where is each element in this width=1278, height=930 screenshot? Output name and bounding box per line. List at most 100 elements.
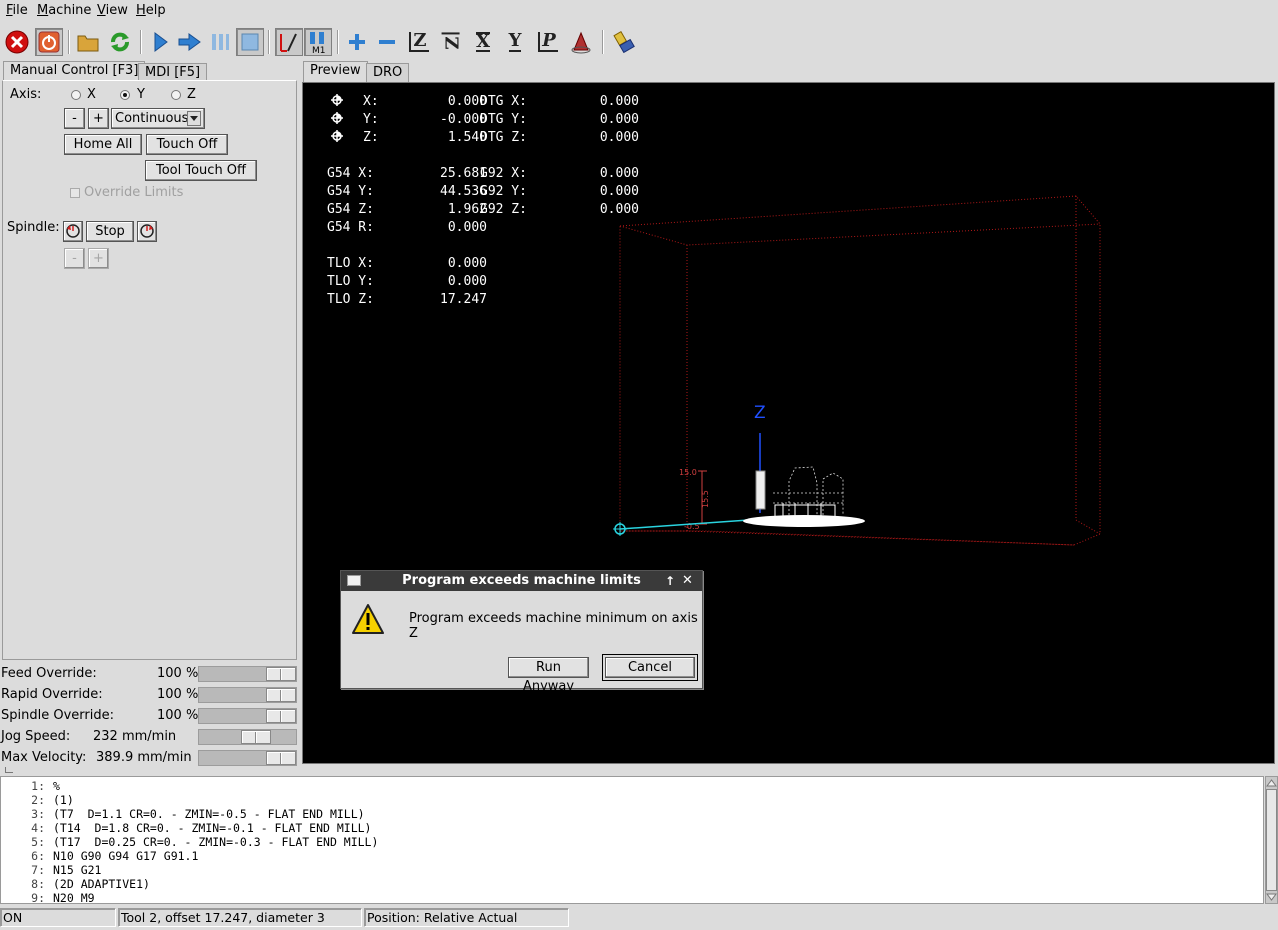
gcode-scrollbar[interactable] xyxy=(1265,776,1278,904)
menu-view[interactable]: View xyxy=(97,3,128,18)
jog-mode-value: Continuous xyxy=(115,111,189,126)
tool-touch-off-button[interactable]: Tool Touch Off xyxy=(145,160,257,181)
spindle-plus-button[interactable]: + xyxy=(88,248,109,269)
view-y-icon[interactable]: Y xyxy=(501,28,529,56)
spindle-override-thumb[interactable] xyxy=(266,709,296,723)
run-anyway-button[interactable]: Run Anyway xyxy=(508,657,589,694)
pause-icon[interactable] xyxy=(206,28,234,56)
menu-help[interactable]: Help xyxy=(136,3,166,18)
gcode-line[interactable]: 6: N10 G90 G94 G17 G91.1 xyxy=(1,849,1263,863)
spindle-label: Spindle: xyxy=(7,220,60,235)
close-icon[interactable]: ✕ xyxy=(682,571,693,591)
spindle-stop-button[interactable]: Stop xyxy=(86,221,134,242)
maximize-icon[interactable]: ↑ xyxy=(665,571,675,591)
zoom-out-icon[interactable] xyxy=(373,28,401,56)
status-tool-info: Tool 2, offset 17.247, diameter 3 xyxy=(118,908,362,927)
line-number: 9: xyxy=(31,891,45,904)
axis-y-radio[interactable] xyxy=(120,90,130,100)
view-z-rotated-icon[interactable]: Z xyxy=(437,28,465,56)
gcode-text: N10 G90 G94 G17 G91.1 xyxy=(53,849,199,863)
jog-speed-label: Jog Speed: xyxy=(1,729,71,744)
axis-x-label: X xyxy=(87,87,96,102)
run-icon[interactable] xyxy=(146,28,174,56)
gcode-listing[interactable]: 1:% 2: (1) 3: (T7 D=1.1 CR=0. - ZMIN=-0.5 - … xyxy=(0,776,1264,904)
scroll-down-icon[interactable] xyxy=(1266,892,1277,902)
view-p-icon[interactable]: P xyxy=(534,28,562,56)
tab-manual-control[interactable]: Manual Control [F3] xyxy=(3,61,146,82)
machine-power-icon[interactable] xyxy=(35,28,63,56)
manual-control-panel: Axis: X Y Z - + Continuous Home All Touc… xyxy=(2,80,297,660)
axis-z-radio[interactable] xyxy=(171,90,181,100)
rapid-override-row: Rapid Override: 100 % xyxy=(1,686,297,704)
feed-override-slider[interactable] xyxy=(198,666,297,682)
line-number: 5: xyxy=(31,835,45,849)
override-limits-checkbox[interactable] xyxy=(70,188,80,198)
open-file-icon[interactable] xyxy=(74,28,102,56)
svg-text:M1: M1 xyxy=(312,46,326,54)
rotate-view-icon[interactable] xyxy=(567,28,595,56)
stop-icon[interactable] xyxy=(236,28,264,56)
gcode-text: N20 M9 xyxy=(53,891,95,904)
zoom-in-icon[interactable] xyxy=(343,28,371,56)
cancel-button[interactable]: Cancel xyxy=(605,657,695,678)
tab-preview[interactable]: Preview xyxy=(303,61,368,82)
line-number: 4: xyxy=(31,821,45,835)
feed-override-value: 100 % xyxy=(157,666,199,681)
max-velocity-value: 389.9 mm/min xyxy=(96,750,192,765)
spindle-cw-button[interactable] xyxy=(137,221,157,242)
clear-plot-icon[interactable] xyxy=(610,28,638,56)
pane-resize-handle[interactable] xyxy=(5,767,13,773)
chevron-down-icon xyxy=(187,111,201,126)
spindle-override-slider[interactable] xyxy=(198,708,297,724)
gcode-line[interactable]: 4: (T14 D=1.8 CR=0. - ZMIN=-0.1 - FLAT EN… xyxy=(1,821,1263,835)
menu-file[interactable]: File xyxy=(6,3,28,18)
optional-block-skip-icon[interactable] xyxy=(275,28,303,56)
spindle-override-value: 100 % xyxy=(157,708,199,723)
feed-override-label: Feed Override: xyxy=(1,666,97,681)
rapid-override-slider[interactable] xyxy=(198,687,297,703)
cancel-focus-ring: Cancel xyxy=(602,654,698,681)
estop-icon[interactable] xyxy=(3,28,31,56)
line-number: 6: xyxy=(31,849,45,863)
status-machine-state: ON xyxy=(0,908,116,927)
menu-bar: File Machine View Help xyxy=(0,0,1278,22)
gcode-line[interactable]: 1:% xyxy=(1,779,1263,793)
jog-plus-button[interactable]: + xyxy=(88,108,109,129)
scroll-up-icon[interactable] xyxy=(1266,778,1277,788)
max-velocity-thumb[interactable] xyxy=(266,751,296,765)
reload-icon[interactable] xyxy=(106,28,134,56)
gcode-line[interactable]: 2: (1) xyxy=(1,793,1263,807)
step-icon[interactable] xyxy=(176,28,204,56)
home-all-button[interactable]: Home All xyxy=(64,134,142,155)
line-number: 3: xyxy=(31,807,45,821)
scroll-thumb[interactable] xyxy=(1266,789,1277,891)
window-menu-icon[interactable] xyxy=(347,575,361,586)
gcode-line[interactable]: 3: (T7 D=1.1 CR=0. - ZMIN=-0.5 - FLAT END… xyxy=(1,807,1263,821)
menu-machine[interactable]: Machine xyxy=(37,3,91,18)
touch-off-button[interactable]: Touch Off xyxy=(146,134,228,155)
axis-x-radio[interactable] xyxy=(71,90,81,100)
z-axis-label: Z xyxy=(754,403,766,423)
feed-override-thumb[interactable] xyxy=(266,667,296,681)
rapid-override-thumb[interactable] xyxy=(266,688,296,702)
dialog-message: Program exceeds machine minimum on axis … xyxy=(409,611,698,641)
dialog-title: Program exceeds machine limits xyxy=(402,573,641,588)
gcode-line[interactable]: 7: N15 G21 xyxy=(1,863,1263,877)
gcode-line[interactable]: 9: N20 M9 xyxy=(1,891,1263,904)
warning-icon xyxy=(352,604,384,634)
spindle-ccw-button[interactable] xyxy=(63,221,83,242)
tab-dro[interactable]: DRO xyxy=(366,63,410,82)
gcode-text: (T17 D=0.25 CR=0. - ZMIN=-0.3 - FLAT END… xyxy=(53,835,379,849)
spindle-minus-button[interactable]: - xyxy=(64,248,85,269)
gcode-line[interactable]: 5: (T17 D=0.25 CR=0. - ZMIN=-0.3 - FLAT E… xyxy=(1,835,1263,849)
jog-minus-button[interactable]: - xyxy=(64,108,85,129)
gcode-line[interactable]: 8: (2D ADAPTIVE1) xyxy=(1,877,1263,891)
view-z-icon[interactable]: Z xyxy=(405,28,433,56)
dialog-titlebar: Program exceeds machine limits ↑ ✕ xyxy=(341,571,702,591)
optional-stop-icon[interactable]: M1 xyxy=(304,28,332,56)
jog-speed-slider[interactable] xyxy=(198,729,297,745)
jog-mode-select[interactable]: Continuous xyxy=(111,108,205,129)
max-velocity-slider[interactable] xyxy=(198,750,297,766)
view-x-icon[interactable]: X xyxy=(469,28,497,56)
jog-speed-thumb[interactable] xyxy=(241,730,271,744)
